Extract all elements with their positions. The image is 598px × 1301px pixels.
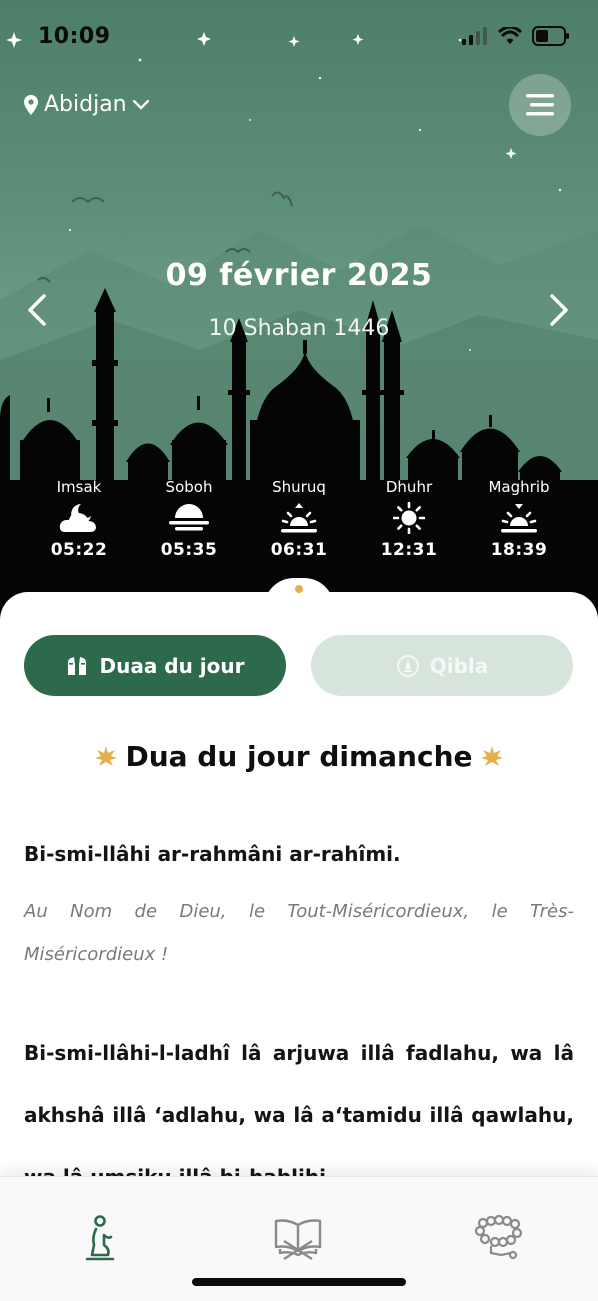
prayer-name: Imsak: [56, 478, 102, 496]
prayer-time: 12:31: [380, 540, 438, 560]
hijri-date: 10 Shaban 1446: [208, 316, 390, 341]
battery-icon: [532, 26, 569, 46]
prayer-imsak[interactable]: Imsak 05:22: [24, 478, 134, 560]
prayer-name: Soboh: [165, 478, 213, 496]
prayer-maghrib[interactable]: Maghrib 18:39: [464, 478, 574, 560]
gregorian-date: 09 février 2025: [165, 258, 433, 293]
wifi-icon: [498, 27, 522, 44]
star-ornament-icon: [480, 745, 503, 766]
dua-basmala: Bi-smi-llâhi ar-rahmâni ar-rahîmi.: [24, 842, 401, 866]
cloud-moon-icon: [59, 504, 96, 532]
dua-title: Dua du jour dimanche: [0, 740, 598, 773]
signal-icon: [462, 27, 487, 45]
menu-button[interactable]: [509, 74, 571, 136]
location-pin-icon: [24, 94, 38, 115]
location-name: Abidjan: [44, 92, 127, 117]
nav-prayer[interactable]: [70, 1215, 130, 1265]
prayer-times-row: Imsak 05:22 Soboh 05:35 Shuruq 06:31 Dhu…: [24, 478, 574, 560]
prayer-name: Shuruq: [272, 478, 326, 496]
haze-sun-icon: [169, 504, 209, 531]
prayer-icon: [85, 1215, 115, 1261]
status-bar: 10:09: [0, 0, 598, 76]
prayer-time: 05:22: [50, 540, 108, 560]
page-indicator-dot: [295, 585, 303, 593]
star-ornament-icon: [95, 745, 118, 766]
sunrise-icon: [281, 503, 317, 533]
tasbih-beads-icon: [474, 1215, 523, 1260]
duaa-du-jour-tab[interactable]: Duaa du jour: [24, 635, 286, 696]
menu-icon: [526, 94, 554, 116]
status-icons: [462, 26, 570, 46]
prayer-name: Dhuhr: [385, 478, 433, 496]
qibla-tab-label: Qibla: [429, 653, 489, 678]
prayer-time: 05:35: [160, 540, 218, 560]
prayer-dhuhr[interactable]: Dhuhr 12:31: [354, 478, 464, 560]
status-time: 10:09: [38, 24, 111, 49]
praying-hands-icon: [68, 656, 87, 675]
prayer-name: Maghrib: [488, 478, 550, 496]
header-hero: 10:09 Abidjan 09 février 2025 10 Shaban …: [0, 0, 598, 620]
prayer-soboh[interactable]: Soboh 05:35: [134, 478, 244, 560]
sunset-icon: [501, 504, 537, 533]
sun-icon: [393, 502, 425, 534]
location-selector[interactable]: Abidjan: [24, 92, 149, 117]
dua-translation: Au Nom de Dieu, le Tout-Miséricordieux, …: [24, 901, 574, 965]
qibla-tab[interactable]: Qibla: [311, 635, 573, 696]
prayer-time: 18:39: [490, 540, 548, 560]
chevron-down-icon: [132, 99, 149, 110]
prayer-time: 06:31: [270, 540, 328, 560]
prayer-shuruq[interactable]: Shuruq 06:31: [244, 478, 354, 560]
dua-title-text: Dua du jour dimanche: [125, 740, 473, 773]
quran-book-icon: [274, 1219, 322, 1261]
nav-tasbih[interactable]: [468, 1215, 528, 1265]
nav-quran[interactable]: [268, 1215, 328, 1265]
duaa-tab-label: Duaa du jour: [99, 653, 245, 678]
home-indicator: [192, 1278, 406, 1286]
compass-icon: [396, 654, 419, 677]
